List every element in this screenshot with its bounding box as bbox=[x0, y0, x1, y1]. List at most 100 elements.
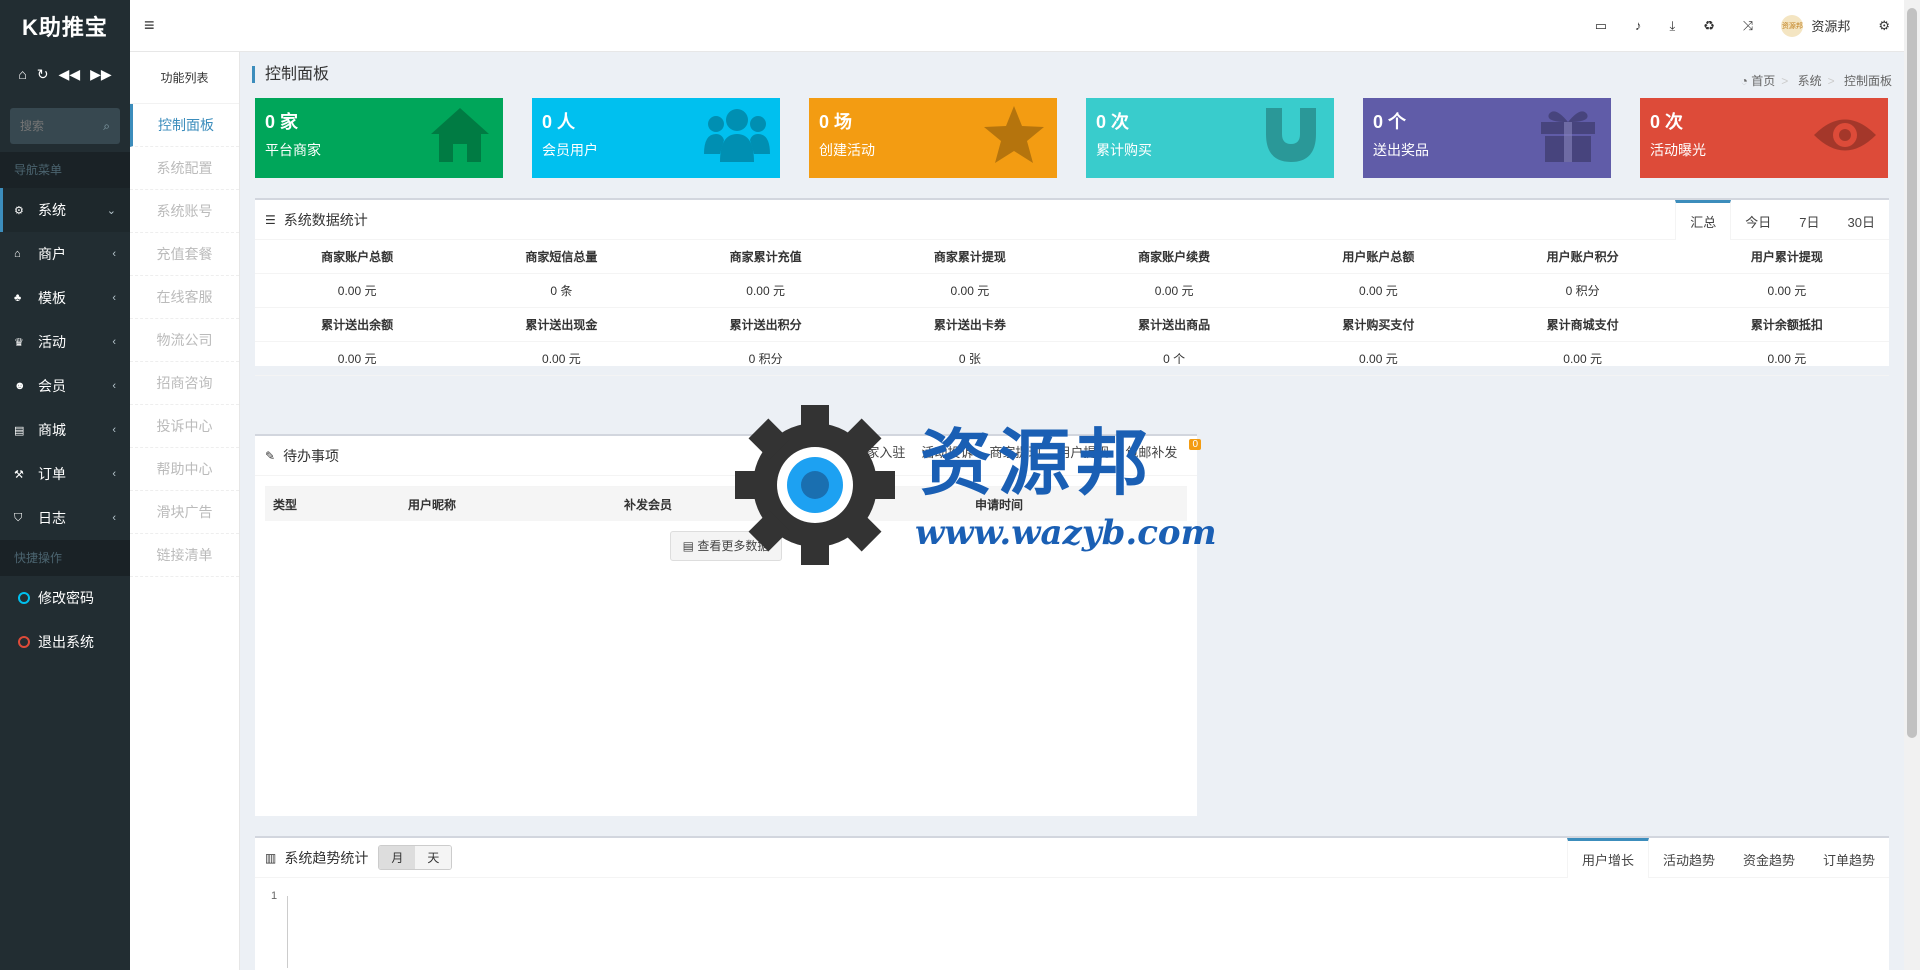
trend-title: 系统趋势统计 bbox=[284, 849, 369, 866]
scrollbar-thumb[interactable] bbox=[1907, 8, 1917, 738]
vertical-scrollbar[interactable] bbox=[1904, 0, 1920, 970]
table-header-row: 类型 用户昵称 补发会员 金额 申请时间 bbox=[265, 487, 1187, 521]
tab-30days[interactable]: 30日 bbox=[1834, 200, 1889, 240]
tab-summary[interactable]: 汇总 bbox=[1675, 200, 1732, 240]
tab-order-trend[interactable]: 订单趋势 bbox=[1809, 838, 1889, 878]
sidebar-item-system[interactable]: ⚙ 系统 ⌄ bbox=[0, 188, 130, 232]
bar-chart-icon: ▥ bbox=[265, 850, 277, 865]
magnet-icon bbox=[1266, 108, 1316, 162]
tab-shipping-reissue[interactable]: 包邮补发 0 bbox=[1125, 439, 1201, 461]
chevron-left-icon: ‹ bbox=[112, 248, 116, 260]
sidebar-item-log[interactable]: ⛉ 日志 ‹ bbox=[0, 496, 130, 540]
backward-icon[interactable]: ◀◀ bbox=[59, 66, 81, 83]
sidebar: K助推宝 ⌂ ↻ ◀◀ ▶▶ ⌕ 导航菜单 ⚙ 系统 ⌄ ⌂ 商户 ‹ ♣ 模板 ‹ ♛ 活动… bbox=[0, 0, 130, 970]
user-menu[interactable]: 资源邦 资源邦 bbox=[1781, 14, 1850, 37]
trend-chart-area: 1 bbox=[255, 878, 1889, 968]
chevron-left-icon: ‹ bbox=[112, 468, 116, 480]
shield-icon: ⛉ bbox=[14, 511, 23, 524]
submenu-item[interactable]: 系统账号 bbox=[130, 190, 239, 233]
stat-grid-value: 0.00 元 bbox=[1684, 342, 1889, 376]
sidebar-item-order[interactable]: ⚒ 订单 ‹ bbox=[0, 452, 130, 496]
refresh-icon[interactable]: ↻ bbox=[37, 66, 49, 83]
day-button[interactable]: 天 bbox=[415, 846, 452, 869]
submenu-item[interactable]: 物流公司 bbox=[130, 319, 239, 362]
breadcrumb-system[interactable]: 系统 bbox=[1798, 74, 1822, 88]
stat-grid-header: 累计购买支付 bbox=[1276, 308, 1481, 342]
submenu-item[interactable]: 链接清单 bbox=[130, 534, 239, 577]
tab-activity-complaints[interactable]: 活动投诉 bbox=[921, 442, 973, 461]
stat-grid-header: 累计送出积分 bbox=[663, 308, 868, 342]
change-password-link[interactable]: 修改密码 bbox=[0, 576, 130, 620]
submenu-item[interactable]: 招商咨询 bbox=[130, 362, 239, 405]
stat-box-purchases[interactable]: 0 次 累计购买 bbox=[1086, 98, 1334, 178]
stat-number: 0 个 bbox=[1373, 112, 1407, 132]
menu-toggle-icon[interactable]: ≡ bbox=[144, 15, 155, 36]
submenu-item[interactable]: 投诉中心 bbox=[130, 405, 239, 448]
settings-gear-icon[interactable]: ⚙ bbox=[1878, 18, 1890, 34]
system-stats-tabs: 汇总 今日 7日 30日 bbox=[1675, 200, 1889, 240]
recycle-icon[interactable]: ♻ bbox=[1703, 18, 1715, 34]
sidebar-item-label: 模板 bbox=[38, 290, 66, 306]
search-input[interactable] bbox=[20, 119, 90, 133]
column-header: 类型 bbox=[273, 497, 298, 512]
main-content: 控制面板 ◔ 首页 > 系统 > 控制面板 0 家 平台商家 0 人 会员用户 0 … bbox=[240, 52, 1904, 970]
stat-box-prizes[interactable]: 0 个 送出奖品 bbox=[1363, 98, 1611, 178]
view-more-button[interactable]: ▤ 查看更多数据 bbox=[670, 531, 782, 561]
sidebar-item-merchant[interactable]: ⌂ 商户 ‹ bbox=[0, 232, 130, 276]
search-icon[interactable]: ⌕ bbox=[103, 119, 110, 134]
period-toggle: 月 天 bbox=[378, 845, 453, 870]
stat-grid-value: 0.00 元 bbox=[459, 342, 664, 376]
tab-merchant-withdraw[interactable]: 商家提现 bbox=[989, 442, 1041, 461]
chevron-down-icon: ⌄ bbox=[106, 204, 116, 217]
top-navbar: ≡ ▭ ♪ ⤓ ♻ ⤨ 资源邦 资源邦 ⚙ bbox=[130, 0, 1904, 52]
stat-label: 会员用户 bbox=[542, 142, 598, 158]
stat-number: 0 家 bbox=[265, 112, 299, 132]
submenu-item[interactable]: 系统配置 bbox=[130, 147, 239, 190]
quick-icons: ⌂ ↻ ◀◀ ▶▶ bbox=[0, 52, 130, 96]
todo-table: 类型 用户昵称 补发会员 金额 申请时间 bbox=[265, 486, 1187, 521]
bell-icon[interactable]: ♪ bbox=[1635, 18, 1642, 33]
stat-grid-header: 累计余额抵扣 bbox=[1684, 308, 1889, 342]
breadcrumb-home[interactable]: 首页 bbox=[1751, 74, 1775, 88]
random-icon[interactable]: ⤨ bbox=[1743, 18, 1753, 34]
stat-grid-value: 0 积分 bbox=[1480, 274, 1685, 308]
submenu-item[interactable]: 控制面板 bbox=[130, 104, 239, 147]
users-icon bbox=[704, 109, 770, 162]
download-icon[interactable]: ⤓ bbox=[1670, 18, 1676, 34]
tab-merchant-join[interactable]: 商家入驻 bbox=[853, 442, 905, 461]
tab-fund-trend[interactable]: 资金趋势 bbox=[1729, 838, 1809, 878]
sidebar-item-template[interactable]: ♣ 模板 ‹ bbox=[0, 276, 130, 320]
tab-new-members[interactable]: 新进会员 bbox=[785, 442, 837, 461]
count-badge: 0 bbox=[1189, 439, 1201, 450]
home-icon[interactable]: ⌂ bbox=[18, 66, 26, 82]
month-button[interactable]: 月 bbox=[379, 846, 416, 869]
tab-activity-trend[interactable]: 活动趋势 bbox=[1649, 838, 1729, 878]
logout-link[interactable]: 退出系统 bbox=[0, 620, 130, 664]
column-header: 补发会员 bbox=[624, 497, 673, 512]
stat-box-exposure[interactable]: 0 次 活动曝光 bbox=[1640, 98, 1888, 178]
app-logo[interactable]: K助推宝 bbox=[0, 0, 130, 52]
sidebar-item-mall[interactable]: ▤ 商城 ‹ bbox=[0, 408, 130, 452]
eraser-icon: ✎ bbox=[265, 448, 276, 463]
stat-box-members[interactable]: 0 人 会员用户 bbox=[532, 98, 780, 178]
stat-box-activities[interactable]: 0 场 创建活动 bbox=[809, 98, 1057, 178]
sidebar-item-activity[interactable]: ♛ 活动 ‹ bbox=[0, 320, 130, 364]
gear-icon: ⚙ bbox=[14, 204, 24, 217]
sidebar-item-label: 商城 bbox=[38, 422, 66, 438]
stat-box-merchants[interactable]: 0 家 平台商家 bbox=[255, 98, 503, 178]
submenu-item[interactable]: 滑块广告 bbox=[130, 491, 239, 534]
sidebar-item-member[interactable]: ☻ 会员 ‹ bbox=[0, 364, 130, 408]
submenu-item[interactable]: 充值套餐 bbox=[130, 233, 239, 276]
tab-user-growth[interactable]: 用户增长 bbox=[1566, 838, 1649, 878]
todo-title: 待办事项 bbox=[283, 447, 340, 464]
home-icon: ⌂ bbox=[14, 248, 21, 260]
tab-user-withdraw[interactable]: 用户提现 bbox=[1057, 442, 1109, 461]
submenu-item[interactable]: 在线客服 bbox=[130, 276, 239, 319]
forward-icon[interactable]: ▶▶ bbox=[90, 66, 112, 83]
stat-grid-header: 累计送出商品 bbox=[1072, 308, 1277, 342]
gift-icon bbox=[1541, 111, 1595, 162]
tab-7days[interactable]: 7日 bbox=[1785, 200, 1833, 240]
tab-today[interactable]: 今日 bbox=[1731, 200, 1785, 240]
desktop-icon[interactable]: ▭ bbox=[1595, 18, 1607, 34]
submenu-item[interactable]: 帮助中心 bbox=[130, 448, 239, 491]
